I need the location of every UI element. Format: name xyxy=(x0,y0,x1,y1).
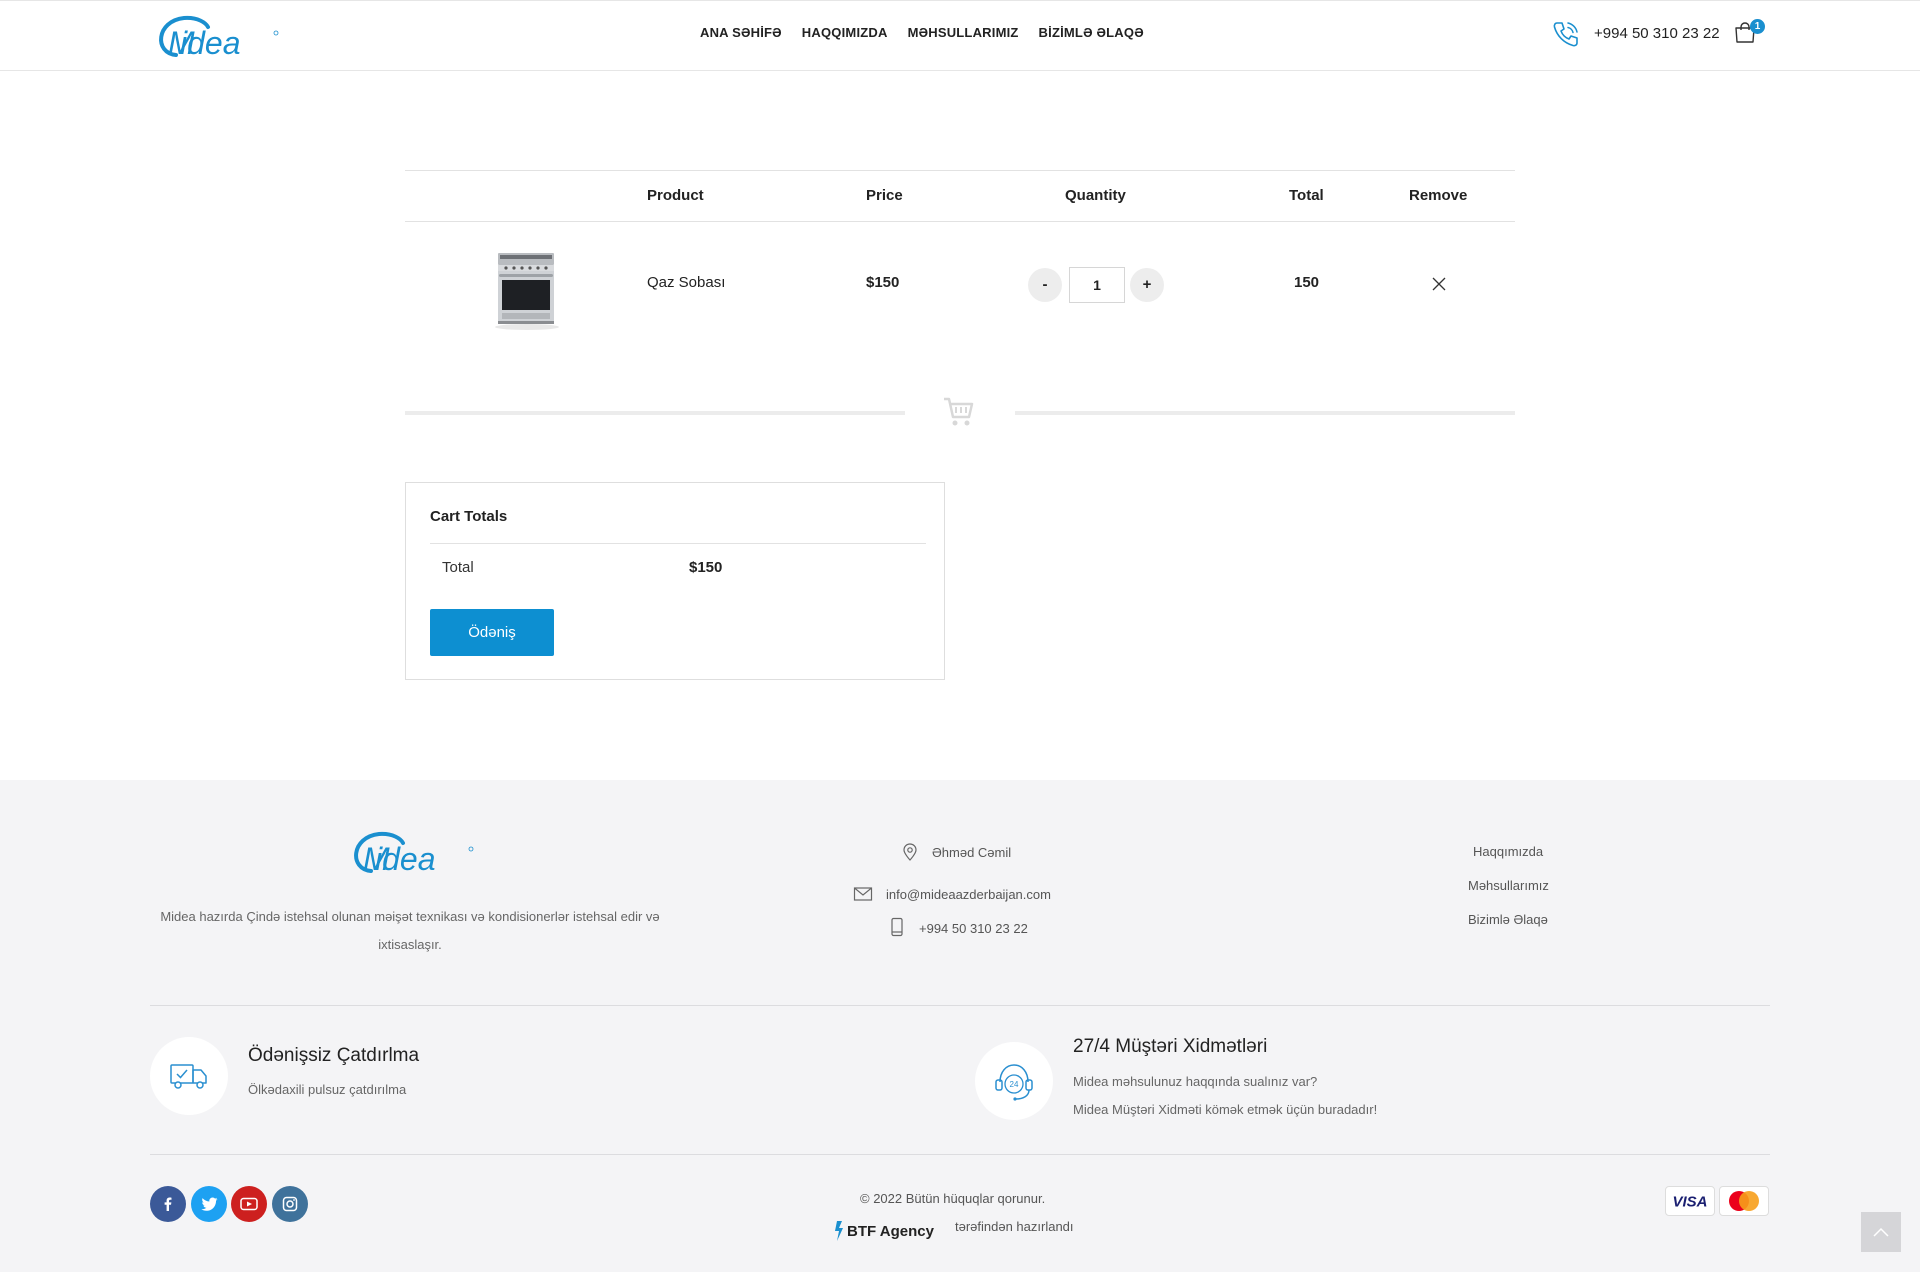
cart-totals-panel: Cart Totals Total $150 Ödəniş xyxy=(405,482,945,680)
totals-divider xyxy=(430,543,926,544)
twitter-icon[interactable] xyxy=(191,1186,227,1222)
nav-products[interactable]: MƏHSULLARIMIZ xyxy=(908,25,1019,40)
mobile-phone-icon xyxy=(891,917,903,937)
row-total: 150 xyxy=(1294,274,1320,291)
cart-totals-title: Cart Totals xyxy=(430,508,508,525)
footer-email[interactable]: info@mideaazderbaijan.com xyxy=(886,887,1051,902)
svg-text:M: M xyxy=(363,841,390,877)
svg-text:24: 24 xyxy=(1010,1080,1019,1089)
footer-phone[interactable]: +994 50 310 23 22 xyxy=(919,921,1028,936)
cart-count-badge: 1 xyxy=(1750,19,1765,34)
svg-text:BTF Agency: BTF Agency xyxy=(847,1223,935,1240)
checkout-button[interactable]: Ödəniş xyxy=(430,609,554,656)
footer-link-contact[interactable]: Bizimlə Əlaqə xyxy=(1468,912,1548,927)
nav-contact[interactable]: BİZİMLƏ ƏLAQƏ xyxy=(1039,25,1144,40)
footer-address: Əhməd Cəmil xyxy=(932,845,1012,860)
main-nav: ANA SƏHİFƏ HAQQIMIZDA MƏHSULLARIMIZ BİZİ… xyxy=(700,25,1144,40)
svg-text:VISA: VISA xyxy=(1672,1194,1707,1210)
header-total: Total xyxy=(1289,187,1324,204)
product-price: $150 xyxy=(866,274,900,291)
cart-table-header: Product Price Quantity Total Remove xyxy=(405,170,1515,222)
delivery-icon-circle xyxy=(150,1037,228,1115)
made-by-text: tərəfindən hazırlandı xyxy=(955,1219,1074,1234)
feature-delivery-title: Ödənişsiz Çatdırlma xyxy=(248,1045,420,1066)
header-product: Product xyxy=(647,187,704,204)
envelope-icon xyxy=(853,887,873,901)
section-divider-right xyxy=(1015,411,1515,415)
phone-icon[interactable] xyxy=(1550,18,1582,50)
remove-item-icon[interactable] xyxy=(1430,275,1448,293)
youtube-icon[interactable] xyxy=(231,1186,267,1222)
support-icon-circle: 24 xyxy=(975,1042,1053,1120)
cart-row: Qaz Sobası $150 - + 150 xyxy=(405,222,1515,347)
footer-divider-bottom xyxy=(150,1154,1770,1155)
footer-link-products[interactable]: Məhsullarımız xyxy=(1468,878,1549,893)
customer-support-24-icon: 24 xyxy=(995,1064,1033,1101)
footer-divider-top xyxy=(150,1005,1770,1006)
totals-value: $150 xyxy=(689,559,723,576)
instagram-icon[interactable] xyxy=(272,1186,308,1222)
quantity-decrease-button[interactable]: - xyxy=(1028,268,1062,302)
cart-divider-icon xyxy=(944,397,974,426)
svg-text:M: M xyxy=(168,25,195,61)
cart-table: Product Price Quantity Total Remove Qaz … xyxy=(405,170,1515,347)
btf-agency-logo[interactable]: BTF Agency xyxy=(834,1219,954,1243)
quantity-increase-button[interactable]: + xyxy=(1130,268,1164,302)
feature-support-title: 27/4 Müştəri Xidmətləri xyxy=(1073,1036,1268,1057)
chevron-up-icon xyxy=(1873,1227,1889,1237)
midea-logo[interactable]: idea M xyxy=(150,11,280,63)
delivery-truck-icon xyxy=(170,1064,207,1089)
section-divider-left xyxy=(405,411,905,415)
feature-support-text-2: Midea Müştəri Xidməti kömək etmək üçün b… xyxy=(1073,1102,1378,1117)
site-header: idea M ANA SƏHİFƏ HAQQIMIZDA MƏHSULLARIM… xyxy=(0,0,1920,71)
nav-home[interactable]: ANA SƏHİFƏ xyxy=(700,25,782,40)
header-phone[interactable]: +994 50 310 23 22 xyxy=(1594,25,1720,42)
nav-about[interactable]: HAQQIMIZDA xyxy=(802,25,888,40)
copyright-text: © 2022 Bütün hüquqlar qorunur. xyxy=(860,1191,1046,1206)
facebook-icon[interactable] xyxy=(150,1186,186,1222)
footer-link-about[interactable]: Haqqımızda xyxy=(1473,844,1543,859)
visa-card-icon: VISA xyxy=(1665,1186,1715,1216)
location-pin-icon xyxy=(903,843,917,861)
scroll-to-top-button[interactable] xyxy=(1861,1212,1901,1252)
feature-support-text-1: Midea məhsulunuz haqqında sualınız var? xyxy=(1073,1074,1318,1089)
header-remove: Remove xyxy=(1409,187,1468,204)
product-name[interactable]: Qaz Sobası xyxy=(647,274,725,291)
header-price: Price xyxy=(866,187,903,204)
product-image[interactable] xyxy=(490,247,560,332)
header-quantity: Quantity xyxy=(1065,187,1126,204)
footer-description: Midea hazırda Çində istehsal olunan məiş… xyxy=(160,909,660,952)
totals-label: Total xyxy=(442,559,474,576)
feature-delivery-text: Ölkədaxili pulsuz çatdırılma xyxy=(248,1082,407,1097)
quantity-input[interactable] xyxy=(1069,267,1125,303)
agency-name: BTF Agency xyxy=(847,1223,935,1240)
footer-midea-logo[interactable]: idea M xyxy=(345,827,475,879)
mastercard-icon xyxy=(1719,1186,1769,1216)
